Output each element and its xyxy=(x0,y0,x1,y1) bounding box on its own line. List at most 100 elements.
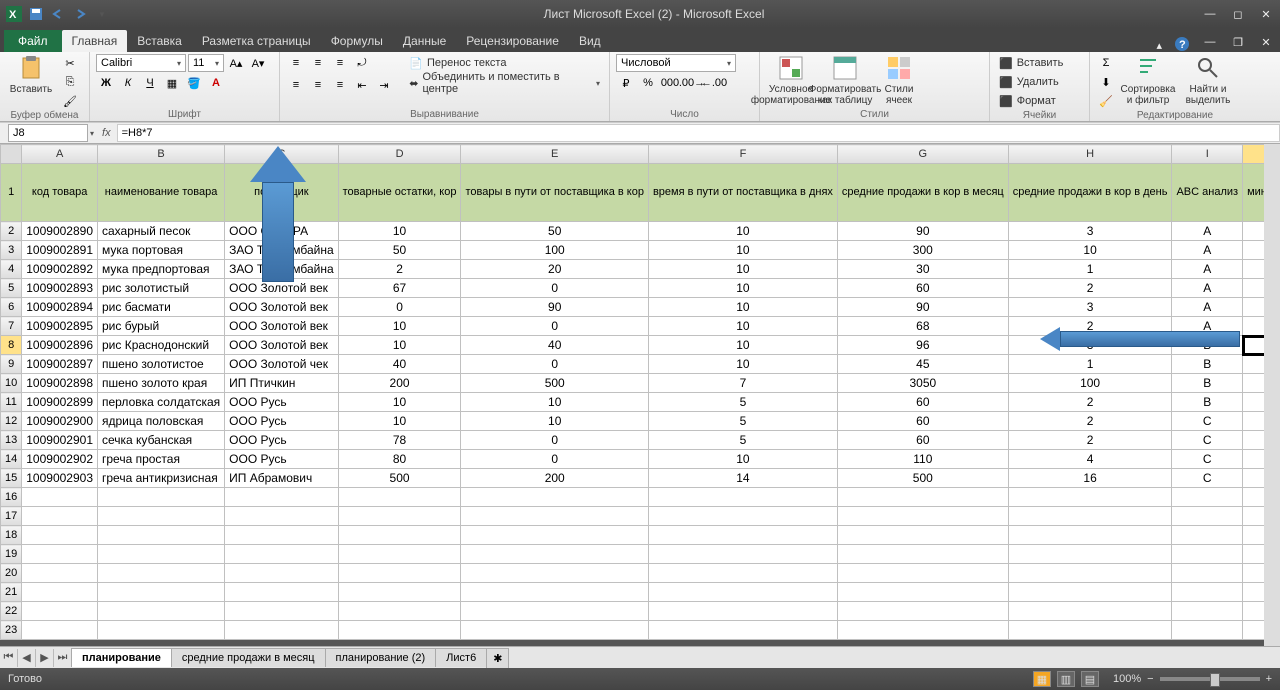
font-size-select[interactable]: 11▾ xyxy=(188,54,224,72)
cell-C10[interactable]: ИП Птичкин xyxy=(225,374,338,393)
cell-I16[interactable] xyxy=(1172,488,1243,507)
cell-D20[interactable] xyxy=(338,564,461,583)
italic-icon[interactable]: К xyxy=(118,74,138,92)
cell-A15[interactable]: 1009002903 xyxy=(22,469,98,488)
cell-G10[interactable]: 3050 xyxy=(837,374,1008,393)
paste-button[interactable]: Вставить xyxy=(6,54,56,95)
cell-G7[interactable]: 68 xyxy=(837,317,1008,336)
cut-icon[interactable]: ✂ xyxy=(60,54,80,72)
row-header-11[interactable]: 11 xyxy=(1,393,22,412)
cell-E6[interactable]: 90 xyxy=(461,298,648,317)
col-header-F[interactable]: F xyxy=(648,145,837,164)
cell-H6[interactable]: 3 xyxy=(1008,298,1172,317)
cell-C20[interactable] xyxy=(225,564,338,583)
cell-C4[interactable]: ЗАО Три комбайна xyxy=(225,260,338,279)
format-painter-icon[interactable]: 🖌 xyxy=(60,92,80,110)
align-right-icon[interactable]: ≡ xyxy=(330,76,350,94)
merge-center-button[interactable]: ⬌Объединить и поместить в центре▾ xyxy=(406,74,603,92)
cell-A6[interactable]: 1009002894 xyxy=(22,298,98,317)
cell-A18[interactable] xyxy=(22,526,98,545)
cell-I8[interactable]: В xyxy=(1172,336,1243,355)
fill-icon[interactable]: ⬇ xyxy=(1096,73,1116,91)
zoom-slider[interactable] xyxy=(1160,677,1260,681)
comma-icon[interactable]: 000 xyxy=(660,74,680,92)
row-header-14[interactable]: 14 xyxy=(1,450,22,469)
cell-E12[interactable]: 10 xyxy=(461,412,648,431)
cell-E10[interactable]: 500 xyxy=(461,374,648,393)
orientation-icon[interactable]: ⤾ xyxy=(352,54,372,72)
cell-I11[interactable]: В xyxy=(1172,393,1243,412)
find-select-button[interactable]: Найти и выделить xyxy=(1180,54,1236,106)
cell-E20[interactable] xyxy=(461,564,648,583)
cell-F18[interactable] xyxy=(648,526,837,545)
cell-H14[interactable]: 4 xyxy=(1008,450,1172,469)
cell-B14[interactable]: греча простая xyxy=(98,450,225,469)
row-header-22[interactable]: 22 xyxy=(1,602,22,621)
cell-G13[interactable]: 60 xyxy=(837,431,1008,450)
row-header-15[interactable]: 15 xyxy=(1,469,22,488)
cell-H10[interactable]: 100 xyxy=(1008,374,1172,393)
minimize-button[interactable]: — xyxy=(1196,4,1224,24)
cell-I3[interactable]: А xyxy=(1172,241,1243,260)
cell-H17[interactable] xyxy=(1008,507,1172,526)
cell-E7[interactable]: 0 xyxy=(461,317,648,336)
cell-F17[interactable] xyxy=(648,507,837,526)
sheet-nav-next[interactable]: ▶ xyxy=(36,649,54,667)
cell-D2[interactable]: 10 xyxy=(338,222,461,241)
cell-F23[interactable] xyxy=(648,621,837,640)
cell-E19[interactable] xyxy=(461,545,648,564)
cell-E18[interactable] xyxy=(461,526,648,545)
workbook-minimize-button[interactable]: — xyxy=(1196,32,1224,52)
worksheet-grid[interactable]: ABCDEFGHIJKLM1код товаранаименование тов… xyxy=(0,144,1280,646)
undo-icon[interactable] xyxy=(48,4,68,24)
cell-A9[interactable]: 1009002897 xyxy=(22,355,98,374)
maximize-button[interactable]: ◻ xyxy=(1224,4,1252,24)
cell-B16[interactable] xyxy=(98,488,225,507)
cell-C2[interactable]: ООО САХАРА xyxy=(225,222,338,241)
row-header-1[interactable]: 1 xyxy=(1,164,22,222)
help-button[interactable]: ? xyxy=(1168,36,1196,52)
col-header-H[interactable]: H xyxy=(1008,145,1172,164)
cell-styles-button[interactable]: Стили ячеек xyxy=(874,54,924,106)
cell-H19[interactable] xyxy=(1008,545,1172,564)
cell-B20[interactable] xyxy=(98,564,225,583)
cell-D8[interactable]: 10 xyxy=(338,336,461,355)
cell-H5[interactable]: 2 xyxy=(1008,279,1172,298)
cell-B17[interactable] xyxy=(98,507,225,526)
cell-G15[interactable]: 500 xyxy=(837,469,1008,488)
delete-cells-button[interactable]: ⬛ Удалить xyxy=(996,73,1066,91)
cell-I6[interactable]: А xyxy=(1172,298,1243,317)
cell-G8[interactable]: 96 xyxy=(837,336,1008,355)
cell-D18[interactable] xyxy=(338,526,461,545)
cell-H2[interactable]: 3 xyxy=(1008,222,1172,241)
cell-G16[interactable] xyxy=(837,488,1008,507)
cell-F21[interactable] xyxy=(648,583,837,602)
underline-icon[interactable]: Ч xyxy=(140,74,160,92)
cell-C6[interactable]: ООО Золотой век xyxy=(225,298,338,317)
col-header-A[interactable]: A xyxy=(22,145,98,164)
zoom-out-button[interactable]: − xyxy=(1147,673,1153,685)
cell-B21[interactable] xyxy=(98,583,225,602)
currency-icon[interactable]: ₽ xyxy=(616,74,636,92)
border-icon[interactable]: ▦ xyxy=(162,74,182,92)
cell-I17[interactable] xyxy=(1172,507,1243,526)
row-header-9[interactable]: 9 xyxy=(1,355,22,374)
workbook-close-button[interactable]: ✕ xyxy=(1252,32,1280,52)
bold-icon[interactable]: Ж xyxy=(96,74,116,92)
align-top-icon[interactable]: ≡ xyxy=(286,54,306,72)
cell-A11[interactable]: 1009002899 xyxy=(22,393,98,412)
font-color-icon[interactable]: A xyxy=(206,74,226,92)
cell-E21[interactable] xyxy=(461,583,648,602)
increase-decimal-icon[interactable]: .00→ xyxy=(682,74,702,92)
cell-D17[interactable] xyxy=(338,507,461,526)
cell-F22[interactable] xyxy=(648,602,837,621)
cell-D7[interactable]: 10 xyxy=(338,317,461,336)
cell-B8[interactable]: рис Краснодонский xyxy=(98,336,225,355)
cell-B18[interactable] xyxy=(98,526,225,545)
cell-C16[interactable] xyxy=(225,488,338,507)
cell-F4[interactable]: 10 xyxy=(648,260,837,279)
cell-D21[interactable] xyxy=(338,583,461,602)
cell-H9[interactable]: 1 xyxy=(1008,355,1172,374)
col-header-G[interactable]: G xyxy=(837,145,1008,164)
cell-H4[interactable]: 1 xyxy=(1008,260,1172,279)
